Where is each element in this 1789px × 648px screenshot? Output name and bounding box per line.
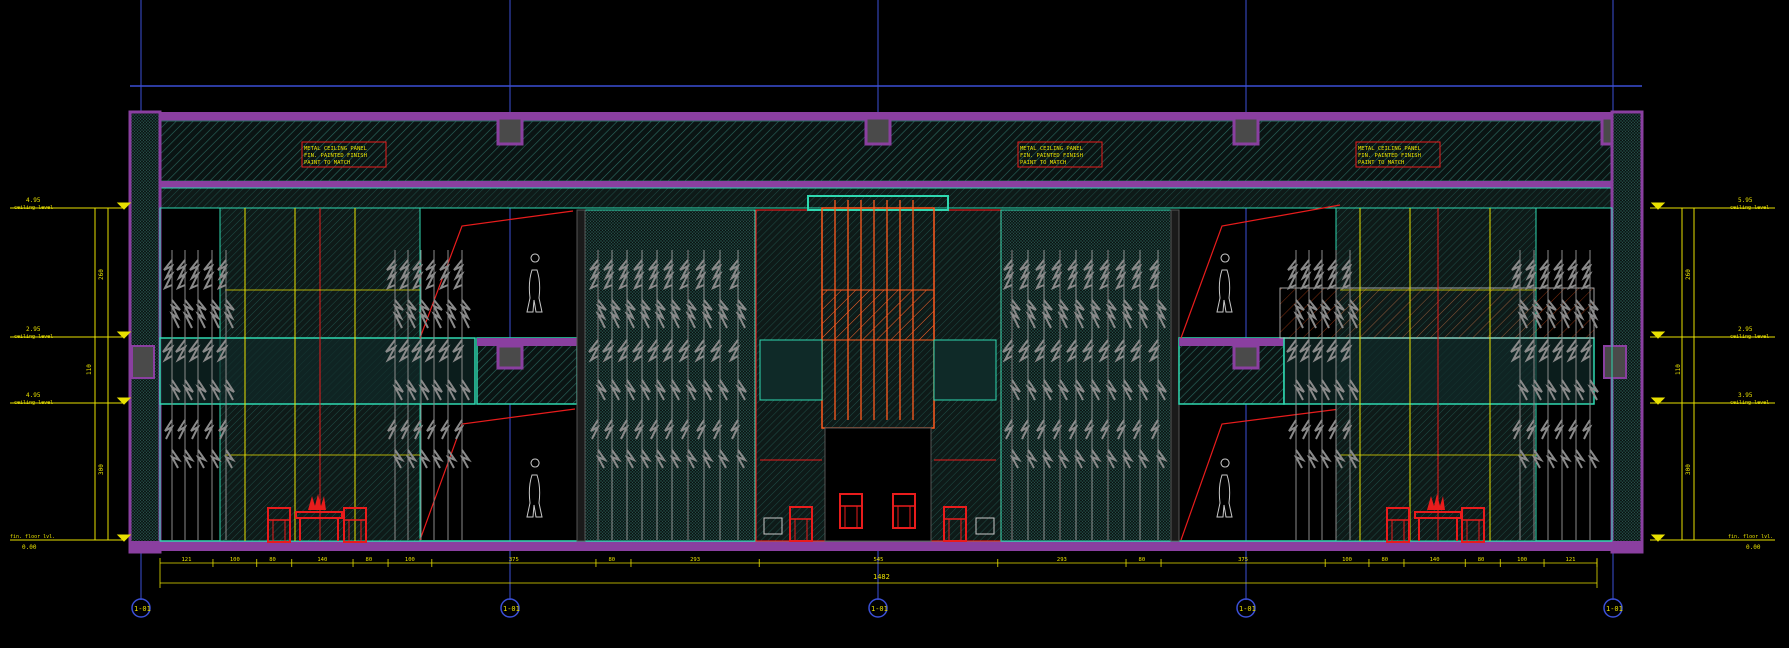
dimension-label: 80 xyxy=(366,557,373,563)
note-right-line-2: FIN. PAINTED FINISH xyxy=(1358,153,1421,159)
dimension-label: 375 xyxy=(1238,557,1248,563)
note-right-line-1: METAL CEILING PANEL xyxy=(1358,146,1422,152)
right-level-3-value: 3.95 xyxy=(1738,392,1753,399)
dimension-label: 140 xyxy=(1430,557,1440,563)
left-level-4-value: 0.00 xyxy=(22,544,37,551)
right-vdim-2: 110 xyxy=(1675,364,1682,375)
dimension-label: 80 xyxy=(1139,557,1146,563)
left-stone-panel xyxy=(584,209,756,542)
dimension-label: 121 xyxy=(181,557,191,563)
left-wall-pier xyxy=(131,345,155,379)
right-panel-edge xyxy=(1170,209,1180,542)
grid-bubble-2: 1-01 xyxy=(503,605,520,613)
right-stone-panel xyxy=(1000,209,1172,542)
dimension-label: 100 xyxy=(1342,557,1352,563)
bottom-dimension-texts: 121 100 80 140 80 100 375 80 293 545 293 80 375 100 80… xyxy=(181,557,1598,567)
dimension-label: 100 xyxy=(1517,557,1527,563)
note-center-line-1: METAL CEILING PANEL xyxy=(1020,146,1084,152)
left-level-1-label: ceiling level xyxy=(14,205,53,211)
dimension-label: 100 xyxy=(230,557,240,563)
right-level-2-value: 2.95 xyxy=(1738,326,1753,333)
right-level-4-value: 0.00 xyxy=(1746,544,1761,551)
right-level-2-label: ceiling level xyxy=(1730,334,1769,340)
left-shelf-bay xyxy=(159,207,476,542)
note-left-line-3: PAINT TO MATCH xyxy=(304,160,350,166)
right-wall-pier xyxy=(1603,345,1627,379)
dimension-label: 80 xyxy=(1478,557,1485,563)
left-level-4-label: fin. floor lvl. xyxy=(10,534,55,540)
left-level-2-value: 2.95 xyxy=(26,326,41,333)
note-center-line-3: PAINT TO MATCH xyxy=(1020,160,1066,166)
mid-column-cap-left xyxy=(496,344,524,370)
cad-elevation-drawing: METAL CEILING PANEL FIN. PAINTED FINISH … xyxy=(0,0,1789,644)
left-wall xyxy=(128,110,162,554)
left-vdim-1: 260 xyxy=(98,269,105,280)
grid-bubble-4: 1-01 xyxy=(1239,605,1256,613)
right-wall xyxy=(1610,110,1644,554)
dimension-label: 80 xyxy=(608,557,615,563)
center-feature xyxy=(755,195,1002,542)
left-level-2-label: ceiling level xyxy=(14,334,53,340)
left-level-markers: 4.95 ceiling level 2.95 ceiling level 4.… xyxy=(10,197,132,551)
dimension-label: 293 xyxy=(690,557,700,563)
note-right-line-3: PAINT TO MATCH xyxy=(1358,160,1404,166)
right-level-3-label: ceiling level xyxy=(1730,400,1769,406)
right-level-4-label: fin. floor lvl. xyxy=(1728,534,1773,540)
left-shelf-top-band xyxy=(477,338,577,346)
grid-bubble-1: 1-01 xyxy=(134,605,151,613)
note-center-line-2: FIN. PAINTED FINISH xyxy=(1020,153,1083,159)
overall-dimension: 1482 xyxy=(873,573,890,581)
right-level-1-value: 5.95 xyxy=(1738,197,1753,204)
ceiling-band xyxy=(140,181,1634,188)
dimension-label: 100 xyxy=(405,557,415,563)
note-left-line-2: FIN. PAINTED FINISH xyxy=(304,153,367,159)
grid-bubble-3: 1-01 xyxy=(871,605,888,613)
left-level-3-value: 4.95 xyxy=(26,392,41,399)
dimension-label: 140 xyxy=(317,557,327,563)
dimension-label: 545 xyxy=(874,557,884,563)
left-floating-shelf xyxy=(476,337,578,405)
right-shelf-top-band xyxy=(1179,338,1284,346)
right-level-markers: 5.95 ceiling level 2.95 ceiling level 3.… xyxy=(1650,197,1775,551)
left-level-3-label: ceiling level xyxy=(14,400,53,406)
mid-column-cap-right xyxy=(1232,344,1260,370)
left-level-1-value: 4.95 xyxy=(26,197,41,204)
left-vdim-2: 110 xyxy=(86,364,93,375)
dimension-label: 293 xyxy=(1057,557,1067,563)
dimension-label: 80 xyxy=(269,557,276,563)
right-shelf-bay xyxy=(1279,207,1595,542)
right-vdim-3: 300 xyxy=(1685,464,1692,475)
right-level-1-label: ceiling level xyxy=(1730,205,1769,211)
dimension-label: 80 xyxy=(1381,557,1388,563)
note-left-line-1: METAL CEILING PANEL xyxy=(304,146,368,152)
left-panel-edge xyxy=(576,209,586,542)
dimension-label: 375 xyxy=(509,557,519,563)
left-vdim-3: 300 xyxy=(98,464,105,475)
dimension-label: 121 xyxy=(1566,557,1576,563)
right-floating-shelf xyxy=(1178,337,1285,405)
elevation-canvas: METAL CEILING PANEL FIN. PAINTED FINISH … xyxy=(10,0,1775,618)
right-vdim-1: 260 xyxy=(1685,269,1692,280)
grid-bubble-5: 1-01 xyxy=(1606,605,1623,613)
